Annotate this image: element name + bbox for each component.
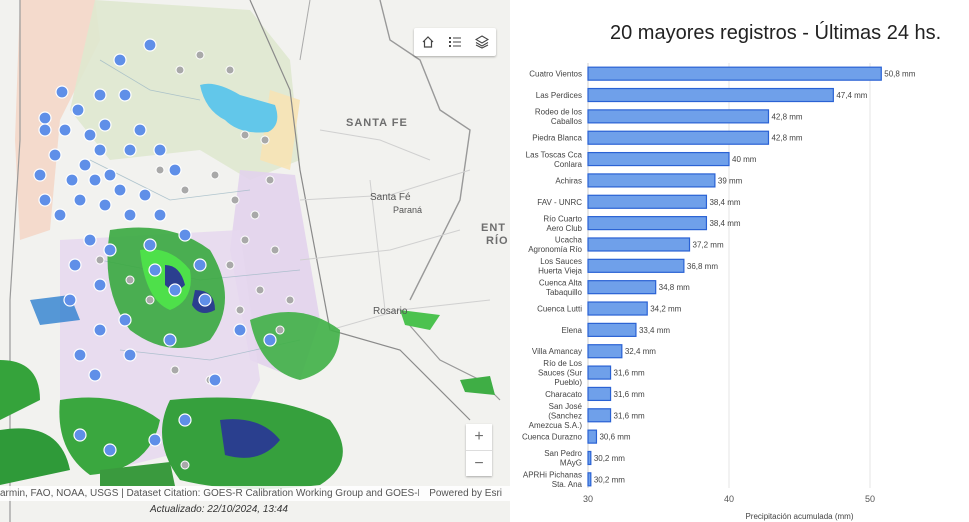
bar-value-label: 30,2 mm: [594, 475, 625, 484]
city-label-santa-fe: Santa Fé: [370, 192, 411, 203]
zoom-in-button[interactable]: +: [466, 424, 492, 450]
attribution-text[interactable]: armin, FAO, NOAA, USGS | Dataset Citatio…: [0, 488, 419, 499]
bar: [587, 66, 882, 81]
bar: [587, 472, 592, 487]
category-label: Cuatro Vientos: [529, 70, 582, 79]
bar-value-label: 31,6 mm: [614, 369, 645, 378]
powered-by-esri[interactable]: Powered by Esri: [429, 488, 502, 499]
bar-value-label: 42,8 mm: [771, 134, 802, 143]
map-toolbar: [414, 28, 496, 56]
map-canvas[interactable]: [0, 0, 510, 522]
category-label: Las Toscas Cca Conlara: [526, 150, 583, 169]
map-attribution: armin, FAO, NOAA, USGS | Dataset Citatio…: [0, 486, 510, 501]
home-icon[interactable]: [414, 28, 441, 56]
bar-value-label: 30,2 mm: [594, 454, 625, 463]
bar-value-label: 38,4 mm: [709, 198, 740, 207]
bar-value-label: 36,8 mm: [687, 262, 718, 271]
bar: [587, 450, 592, 466]
bar: [587, 258, 685, 273]
bar: [587, 109, 770, 124]
updated-timestamp: Actualizado: 22/10/2024, 13:44: [150, 504, 288, 515]
category-label: Elena: [562, 326, 583, 335]
map-panel[interactable]: SANTA FE ENT RÍO Santa Fé Paraná Rosario…: [0, 0, 510, 522]
category-label: Villa Amancay: [532, 347, 582, 356]
city-label-parana: Paraná: [393, 205, 423, 215]
bar-value-label: 31,6 mm: [614, 411, 645, 420]
bar: [587, 301, 648, 316]
bar-value-label: 42,8 mm: [771, 112, 802, 121]
x-tick-label: 30: [583, 494, 593, 504]
category-label: Cuenca Lutti: [537, 305, 582, 314]
bar: [587, 130, 770, 145]
bar-value-label: 34,2 mm: [650, 305, 681, 314]
bar: [587, 87, 834, 103]
bar: [587, 173, 716, 188]
bar-value-label: 32,4 mm: [625, 347, 656, 356]
bar-value-label: 34,8 mm: [659, 283, 690, 292]
bar-value-label: 30,6 mm: [599, 433, 630, 442]
bar-value-label: 31,6 mm: [614, 390, 645, 399]
x-tick-label: 50: [865, 494, 875, 504]
bar: [587, 194, 708, 209]
region-label-entre-rios-1: ENT: [481, 222, 506, 234]
category-label: Cuenca Durazno: [522, 433, 583, 442]
bar-value-label: 47,4 mm: [836, 91, 867, 100]
bar-value-label: 40 mm: [732, 155, 757, 164]
bar: [587, 322, 637, 337]
category-label: Ucacha Agronomía Río: [528, 236, 582, 255]
category-label: Cuenca Alta Tabaquillo: [539, 278, 583, 297]
bar: [587, 151, 730, 167]
category-label: Las Perdices: [536, 91, 582, 100]
bar-value-label: 39 mm: [718, 176, 743, 185]
x-axis-title: Precipitación acumulada (mm): [745, 512, 853, 521]
bar: [587, 365, 612, 380]
layers-icon[interactable]: [468, 28, 495, 56]
bar: [587, 408, 612, 423]
category-label: APRHi Pichanas Sta. Ana: [523, 471, 583, 490]
category-label: Río Cuarto Aero Club: [543, 214, 582, 233]
category-label: Characato: [545, 390, 582, 399]
category-label: Los Sauces Huerta Vieja: [538, 257, 582, 276]
bar: [587, 216, 708, 231]
category-label: San Pedro MAyG: [544, 449, 582, 468]
bar: [587, 237, 691, 252]
category-label: FAV - UNRC: [537, 198, 582, 207]
bar: [587, 280, 657, 295]
legend-list-icon[interactable]: [441, 28, 468, 56]
bar-value-label: 38,4 mm: [709, 219, 740, 228]
bar-value-label: 50,8 mm: [884, 70, 915, 79]
category-label: San José (Sanchez Amezcua S.A.): [529, 402, 583, 430]
category-label: Río de Los Sauces (Sur Pueblo): [538, 359, 582, 387]
city-label-rosario: Rosario: [373, 306, 408, 317]
bar-chart: 30 40 50 Precipitación acumulada (mm) 50,8 m…: [522, 63, 916, 521]
zoom-out-button[interactable]: −: [466, 450, 492, 476]
bar: [587, 344, 623, 359]
zoom-control: + −: [466, 424, 492, 476]
x-tick-label: 40: [724, 494, 734, 504]
category-label: Piedra Blanca: [532, 134, 582, 143]
bar: [587, 386, 612, 402]
category-label: Achiras: [555, 176, 582, 185]
category-label: Rodeo de los Caballos: [535, 108, 582, 127]
region-label-santa-fe: SANTA FE: [346, 117, 408, 129]
bar-value-label: 33,4 mm: [639, 326, 670, 335]
region-label-entre-rios-2: RÍO: [486, 235, 509, 247]
bar: [587, 429, 598, 444]
bar-value-label: 37,2 mm: [693, 240, 724, 249]
